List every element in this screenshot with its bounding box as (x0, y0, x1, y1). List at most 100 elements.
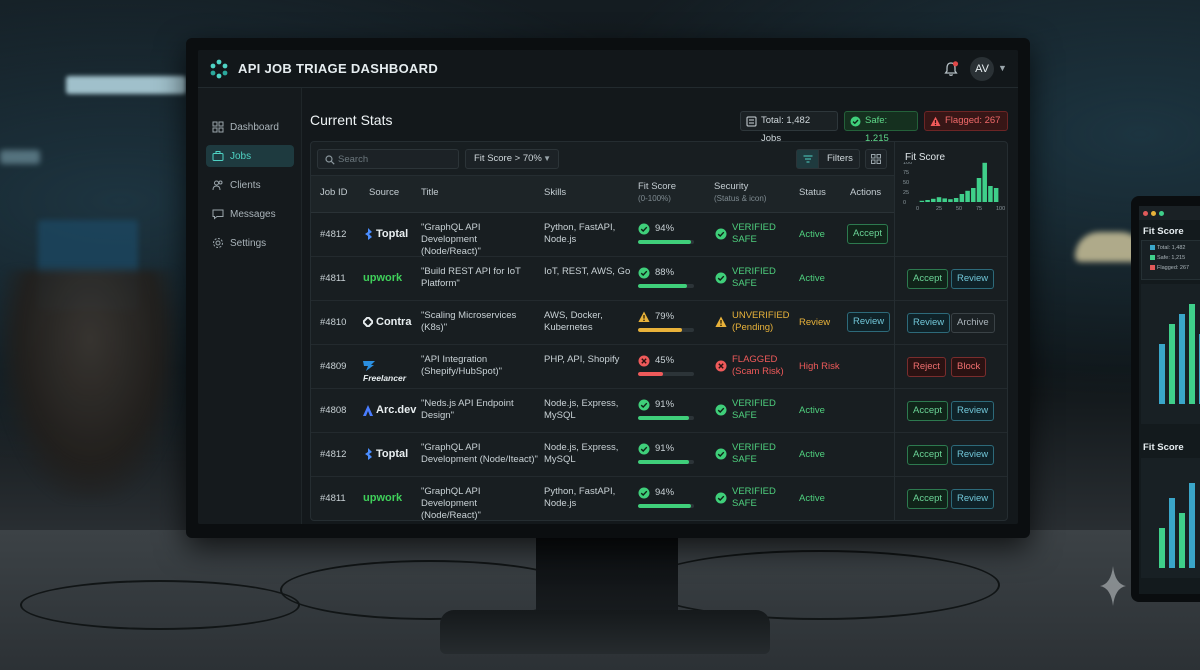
fit-score-bar (638, 240, 694, 244)
window-dot (1143, 211, 1148, 216)
accept-button[interactable]: Accept (907, 269, 949, 289)
job-source: Freelancer (363, 360, 417, 383)
review-button[interactable]: Review (847, 312, 891, 332)
users-icon (212, 180, 223, 191)
chart-bar (988, 186, 993, 202)
header-fit-score: Fit Score (0-100%) (638, 181, 676, 203)
sidebar-item-settings[interactable]: Settings (206, 232, 294, 254)
chart-bar (1169, 324, 1175, 404)
legend-swatch (1150, 255, 1155, 261)
review-button[interactable]: Review (907, 313, 951, 333)
side-action-row: Accept Review (895, 433, 1007, 477)
table-row[interactable]: #4810 Contra "Scaling Microservices (K8s)"… (311, 301, 894, 345)
check-circle-icon (715, 448, 727, 460)
app-title: API JOB TRIAGE DASHBOARD (238, 61, 439, 76)
review-button[interactable]: Review (951, 401, 995, 421)
check-circle-icon (638, 223, 650, 235)
fit-score-filter[interactable]: Fit Score > 70% ▼ (465, 149, 559, 169)
sidebar-item-label: Clients (230, 180, 261, 191)
chart-bar (959, 194, 965, 202)
table-row[interactable]: #4811 upwork "GraphQL API Development (Nod… (311, 477, 894, 520)
jobs-panel: Fit Score > 70% ▼ Filters Fit Score 100 7… (310, 141, 1008, 521)
stat-flagged-badge: Flagged: 267 (924, 111, 1008, 131)
chevron-down-icon[interactable]: ▼ (998, 63, 1007, 73)
review-button[interactable]: Review (951, 269, 995, 289)
x-tick-label: 25 (936, 206, 942, 212)
filters-button[interactable]: Filters (796, 149, 860, 169)
security-label: VERIFIED SAFE (732, 486, 776, 509)
chart-bar (1169, 498, 1175, 568)
row-action: Review (847, 312, 891, 332)
archive-button[interactable]: Archive (951, 313, 995, 333)
table-row[interactable]: #4811 upwork "Build REST API for IoT Platf… (311, 257, 894, 301)
sidebar: Dashboard Jobs Clients Messages Settings (198, 88, 302, 524)
job-source-label: upwork (363, 492, 403, 505)
view-toggle-button[interactable] (865, 149, 887, 169)
avatar[interactable]: AV (970, 57, 994, 81)
check-circle-icon (715, 492, 727, 504)
header-skills: Skills (544, 187, 567, 198)
job-status: High Risk (799, 361, 840, 372)
table-row[interactable]: #4812 Toptal "GraphQL API Development (Nod… (311, 213, 894, 257)
side-actions-column: Accept Review Review Archive Reject Block Acce… (894, 213, 1007, 520)
chart-bar (931, 198, 936, 202)
review-button[interactable]: Review (951, 489, 995, 509)
fit-score-bar-fill (638, 372, 664, 376)
review-button[interactable]: Review (951, 445, 995, 465)
header-fit-score-label: Fit Score (638, 181, 677, 192)
sidebar-item-dashboard[interactable]: Dashboard (206, 116, 294, 138)
ceiling-light-far (0, 150, 40, 164)
fit-score-bar (638, 416, 694, 420)
grid-view-icon (871, 154, 881, 164)
job-title: "Build REST API for IoT Platform" (421, 266, 521, 289)
block-button[interactable]: Block (951, 357, 987, 377)
chart-bar (942, 198, 947, 202)
table-row[interactable]: #4812 Toptal "GraphQL API Development (Nod… (311, 433, 894, 477)
sidebar-item-clients[interactable]: Clients (206, 174, 294, 196)
chart-bar (925, 200, 930, 202)
job-skills: PHP, API, Shopify (544, 354, 620, 365)
accept-button[interactable]: Accept (907, 489, 949, 509)
ceiling-light (66, 76, 186, 94)
monitor-base (440, 610, 770, 654)
chart-bar (1189, 483, 1195, 568)
fit-score-bar-fill (638, 284, 688, 288)
job-source-label: Contra (376, 316, 412, 329)
job-title: "GraphQL API Development (Node/React)" (421, 222, 481, 257)
search-input[interactable] (338, 151, 456, 167)
table-row[interactable]: #4808 Arc.dev "Neds.js API Endpoint Design… (311, 389, 894, 433)
job-status: Active (799, 449, 825, 460)
x-tick-label: 0 (916, 206, 919, 212)
check-circle-icon (850, 116, 861, 127)
check-circle-icon (715, 404, 727, 416)
check-circle-icon (715, 272, 727, 284)
x-circle-icon (638, 355, 650, 367)
search-box[interactable] (317, 149, 459, 169)
sidebar-item-messages[interactable]: Messages (206, 203, 294, 225)
job-status: Review (799, 317, 831, 328)
job-source: Toptal (363, 228, 417, 244)
fit-score-bar-fill (638, 328, 683, 332)
reject-button[interactable]: Reject (907, 357, 946, 377)
table-row[interactable]: #4809 Freelancer "API Integration (Shepify… (311, 345, 894, 389)
accept-button[interactable]: Accept (847, 224, 889, 244)
job-skills: AWS, Docker, Kubernetes (544, 310, 603, 333)
side-action-row (895, 213, 1007, 257)
sidebar-item-jobs[interactable]: Jobs (206, 145, 294, 167)
job-id: #4811 (320, 493, 346, 504)
accept-button[interactable]: Accept (907, 445, 949, 465)
fit-score-bar-fill (638, 504, 691, 508)
chart-bar (1159, 528, 1165, 568)
header-fit-score-sub: (0-100%) (638, 194, 671, 203)
check-circle-icon (715, 228, 727, 240)
header-status: Status (799, 187, 826, 198)
job-source: Arc.dev (363, 404, 417, 420)
accept-button[interactable]: Accept (907, 401, 949, 421)
gear-icon (213, 238, 223, 248)
fit-score-value: 88% (655, 267, 675, 278)
chart-bar (1159, 344, 1165, 404)
grid-icon (212, 121, 224, 133)
x-tick-label: 50 (956, 206, 962, 212)
bell-icon[interactable] (942, 60, 960, 78)
filter-icon (803, 155, 813, 163)
